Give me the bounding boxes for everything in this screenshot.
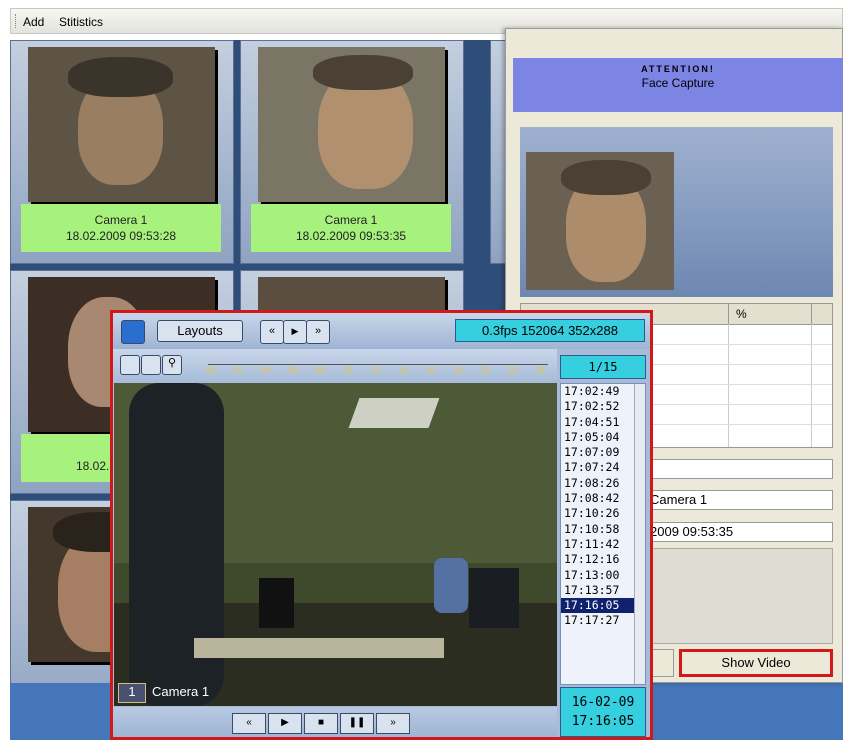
time-list-scrollbar[interactable]	[634, 384, 645, 684]
timeline-track[interactable]	[208, 354, 548, 365]
current-datetime: 16-02-09 17:16:05	[560, 687, 646, 737]
time-list-item[interactable]: 17:10:58	[561, 522, 645, 537]
time-list-item[interactable]: 17:10:26	[561, 506, 645, 521]
time-list-item[interactable]: 17:07:24	[561, 460, 645, 475]
menu-add[interactable]: Add	[23, 15, 44, 29]
timeline-hour-label: 18	[453, 366, 463, 375]
camera-field[interactable]: Camera 1	[645, 490, 833, 510]
column-percent[interactable]: %	[736, 307, 747, 321]
time-list-item[interactable]: 17:13:00	[561, 568, 645, 583]
layouts-button[interactable]: Layouts	[157, 320, 243, 342]
video-frame[interactable]	[114, 383, 557, 706]
time-list-item[interactable]: 17:16:05	[561, 598, 645, 614]
camera-overlay: 1 Camera 1	[118, 683, 318, 703]
camera-name: Camera 1	[152, 684, 210, 699]
frame-counter: 1/15	[560, 355, 646, 379]
capture-datetime: 18.02.2009 09:53:35	[295, 229, 407, 243]
capture-tile[interactable]: Camera 1 18.02.2009 09:53:28	[10, 40, 234, 264]
timeline-hour-label: 20	[481, 366, 490, 375]
alarm-title: ATTENTION!	[641, 64, 715, 74]
time-list-item[interactable]: 17:04:51	[561, 415, 645, 430]
timeline-hour-label: 22	[508, 366, 518, 375]
save-icon[interactable]	[120, 355, 140, 375]
timeline-hour-label: 16	[426, 366, 435, 375]
time-list-item[interactable]: 17:11:42	[561, 537, 645, 552]
time-list-item[interactable]: 17:08:42	[561, 491, 645, 506]
timeline-ruler[interactable]: ⚲ 00 02 04 06 08 10 12 14 16 18 20 22 24	[113, 349, 557, 381]
timeline-hour-label: 12	[371, 366, 380, 375]
capture-tile[interactable]: Camera 1 18.02.2009 09:53:35	[240, 40, 464, 264]
time-list-item[interactable]: 17:05:04	[561, 430, 645, 445]
time-list-item[interactable]: 17:12:16	[561, 552, 645, 567]
toolbar-grip[interactable]	[15, 14, 18, 28]
play-button[interactable]: ▶	[268, 713, 302, 734]
time-list-item[interactable]: 17:02:52	[561, 399, 645, 414]
menu-statistics[interactable]: Stitistics	[59, 15, 103, 29]
camera-number: 1	[118, 683, 146, 703]
stop-button[interactable]: ■	[304, 713, 338, 734]
capture-caption: Camera 1 18.02.2009 09:53:28	[21, 204, 221, 252]
window-icon[interactable]	[121, 320, 145, 344]
current-date: 16-02-09	[571, 695, 635, 710]
time-list-item[interactable]: 17:17:27	[561, 613, 645, 628]
timeline-hour-label: 24	[536, 366, 545, 375]
capture-datetime: 18.02.2009 09:53:28	[65, 229, 177, 243]
timeline-hour-label: 02	[233, 366, 243, 375]
pause-button[interactable]: ❚❚	[340, 713, 374, 734]
time-list-item[interactable]: 17:02:49	[561, 384, 645, 399]
time-list-item[interactable]: 17:08:26	[561, 476, 645, 491]
time-list[interactable]: 17:02:49 17:02:52 17:04:51 17:05:04 17:07:09…	[560, 383, 646, 685]
stream-info: 0.3fps 152064 352x288	[455, 319, 645, 342]
disk-icon[interactable]	[141, 355, 161, 375]
timeline-hour-label: 10	[343, 366, 353, 375]
datetime-field[interactable]: 2009 09:53:35	[645, 522, 833, 542]
rewind-fast-icon[interactable]: «	[260, 320, 284, 344]
forward-fast-icon[interactable]: »	[306, 320, 330, 344]
play-icon[interactable]: ▶	[283, 320, 307, 344]
next-button[interactable]: »	[376, 713, 410, 734]
face-thumbnail	[28, 47, 215, 202]
capture-camera: Camera 1	[324, 213, 378, 227]
time-list-item[interactable]: 17:07:09	[561, 445, 645, 460]
alarm-face-image	[526, 152, 674, 290]
timeline-hour-label: 04	[261, 366, 270, 375]
face-thumbnail	[258, 47, 445, 202]
capture-camera: Camera 1	[94, 213, 148, 227]
capture-caption: Camera 1 18.02.2009 09:53:35	[251, 204, 451, 252]
timeline-hour-label: 08	[316, 366, 325, 375]
current-time: 17:16:05	[571, 714, 635, 729]
timeline-hour-label: 06	[288, 366, 298, 375]
alarm-banner: ATTENTION! Face Capture	[513, 58, 843, 112]
timeline-hour-label: 00	[206, 366, 215, 375]
prev-button[interactable]: «	[232, 713, 266, 734]
timeline-hour-label: 14	[398, 366, 408, 375]
search-icon[interactable]: ⚲	[162, 355, 182, 375]
time-rows: 17:02:49 17:02:52 17:04:51 17:05:04 17:07:09…	[561, 384, 645, 629]
alarm-subtitle: Face Capture	[641, 76, 715, 90]
show-video-button[interactable]: Show Video	[679, 649, 833, 677]
time-list-item[interactable]: 17:13:57	[561, 583, 645, 598]
